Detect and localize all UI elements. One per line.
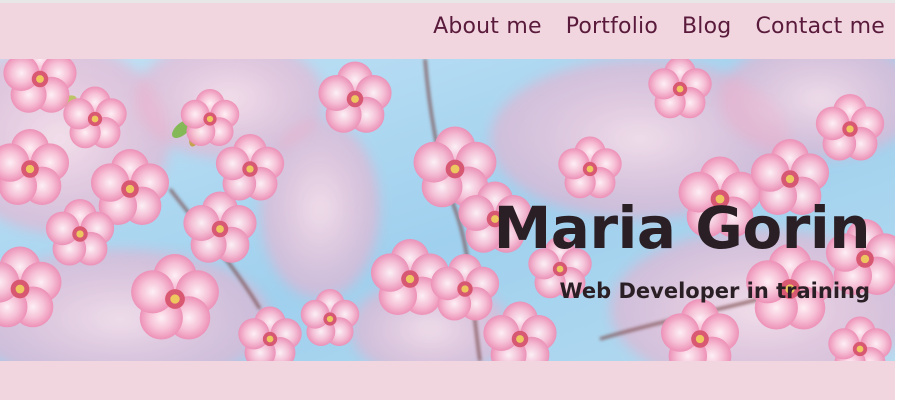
top-border <box>0 0 900 3</box>
hero-title: Maria Gorin <box>493 194 871 262</box>
hero-banner: Maria Gorin Web Developer in training <box>0 59 895 361</box>
hero-text: Maria Gorin Web Developer in training <box>493 194 871 303</box>
hero-subtitle: Web Developer in training <box>559 279 870 303</box>
nav-item-contact-me[interactable]: Contact me <box>755 14 885 39</box>
top-nav: About me Portfolio Blog Contact me <box>433 14 885 39</box>
nav-item-blog[interactable]: Blog <box>682 14 731 39</box>
nav-item-portfolio[interactable]: Portfolio <box>566 14 658 39</box>
page: About me Portfolio Blog Contact me Maria… <box>0 0 900 400</box>
right-edge <box>895 0 900 400</box>
nav-item-about-me[interactable]: About me <box>433 14 542 39</box>
